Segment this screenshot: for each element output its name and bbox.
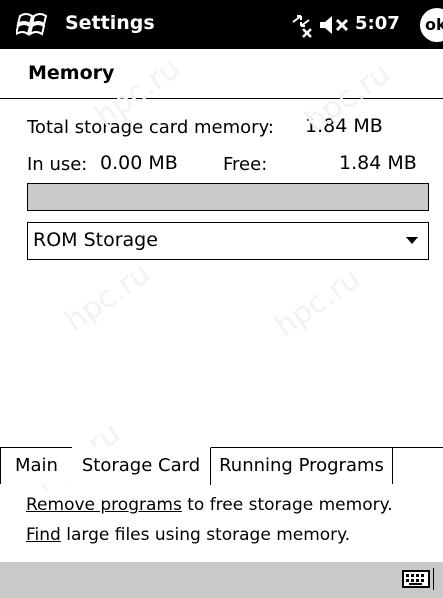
watermark: hpc.ru — [58, 255, 157, 340]
free-value: 1.84 MB — [339, 152, 417, 174]
storage-select-value: ROM Storage — [33, 229, 158, 251]
page-title: Memory — [28, 62, 115, 84]
find-files-text: Find large files using storage memory. — [26, 525, 350, 545]
storage-select[interactable]: ROM Storage — [27, 222, 429, 260]
find-rest: large files using storage memory. — [60, 525, 351, 545]
find-link[interactable]: Find — [26, 525, 61, 545]
remove-programs-link[interactable]: Remove programs — [26, 495, 182, 515]
tab-main[interactable]: Main — [0, 448, 73, 484]
tab-strip: Main Storage Card Running Programs — [0, 447, 443, 485]
total-memory-label: Total storage card memory: — [27, 117, 274, 138]
title-bar: Settings 5:07 ok — [0, 0, 443, 49]
connectivity-icon[interactable] — [287, 12, 315, 38]
keyboard-icon[interactable] — [402, 570, 430, 588]
in-use-label: In use: — [27, 154, 88, 175]
chevron-down-icon[interactable] — [406, 237, 418, 244]
start-windows-flag-icon[interactable] — [16, 10, 52, 40]
free-label: Free: — [223, 154, 268, 175]
memory-usage-bar — [27, 183, 429, 211]
app-title: Settings — [65, 12, 155, 34]
volume-muted-icon[interactable] — [318, 13, 352, 37]
ok-button[interactable]: ok — [420, 8, 443, 42]
remove-programs-text: Remove programs to free storage memory. — [26, 495, 393, 515]
input-selector-arrow-icon[interactable] — [433, 568, 443, 590]
in-use-value: 0.00 MB — [100, 152, 178, 174]
command-bar — [0, 561, 443, 598]
tab-running-programs[interactable]: Running Programs — [211, 448, 393, 484]
watermark: hpc.ru — [268, 260, 367, 345]
clock[interactable]: 5:07 — [355, 13, 400, 34]
tab-storage-card[interactable]: Storage Card — [72, 447, 211, 485]
remove-programs-rest: to free storage memory. — [181, 495, 393, 515]
